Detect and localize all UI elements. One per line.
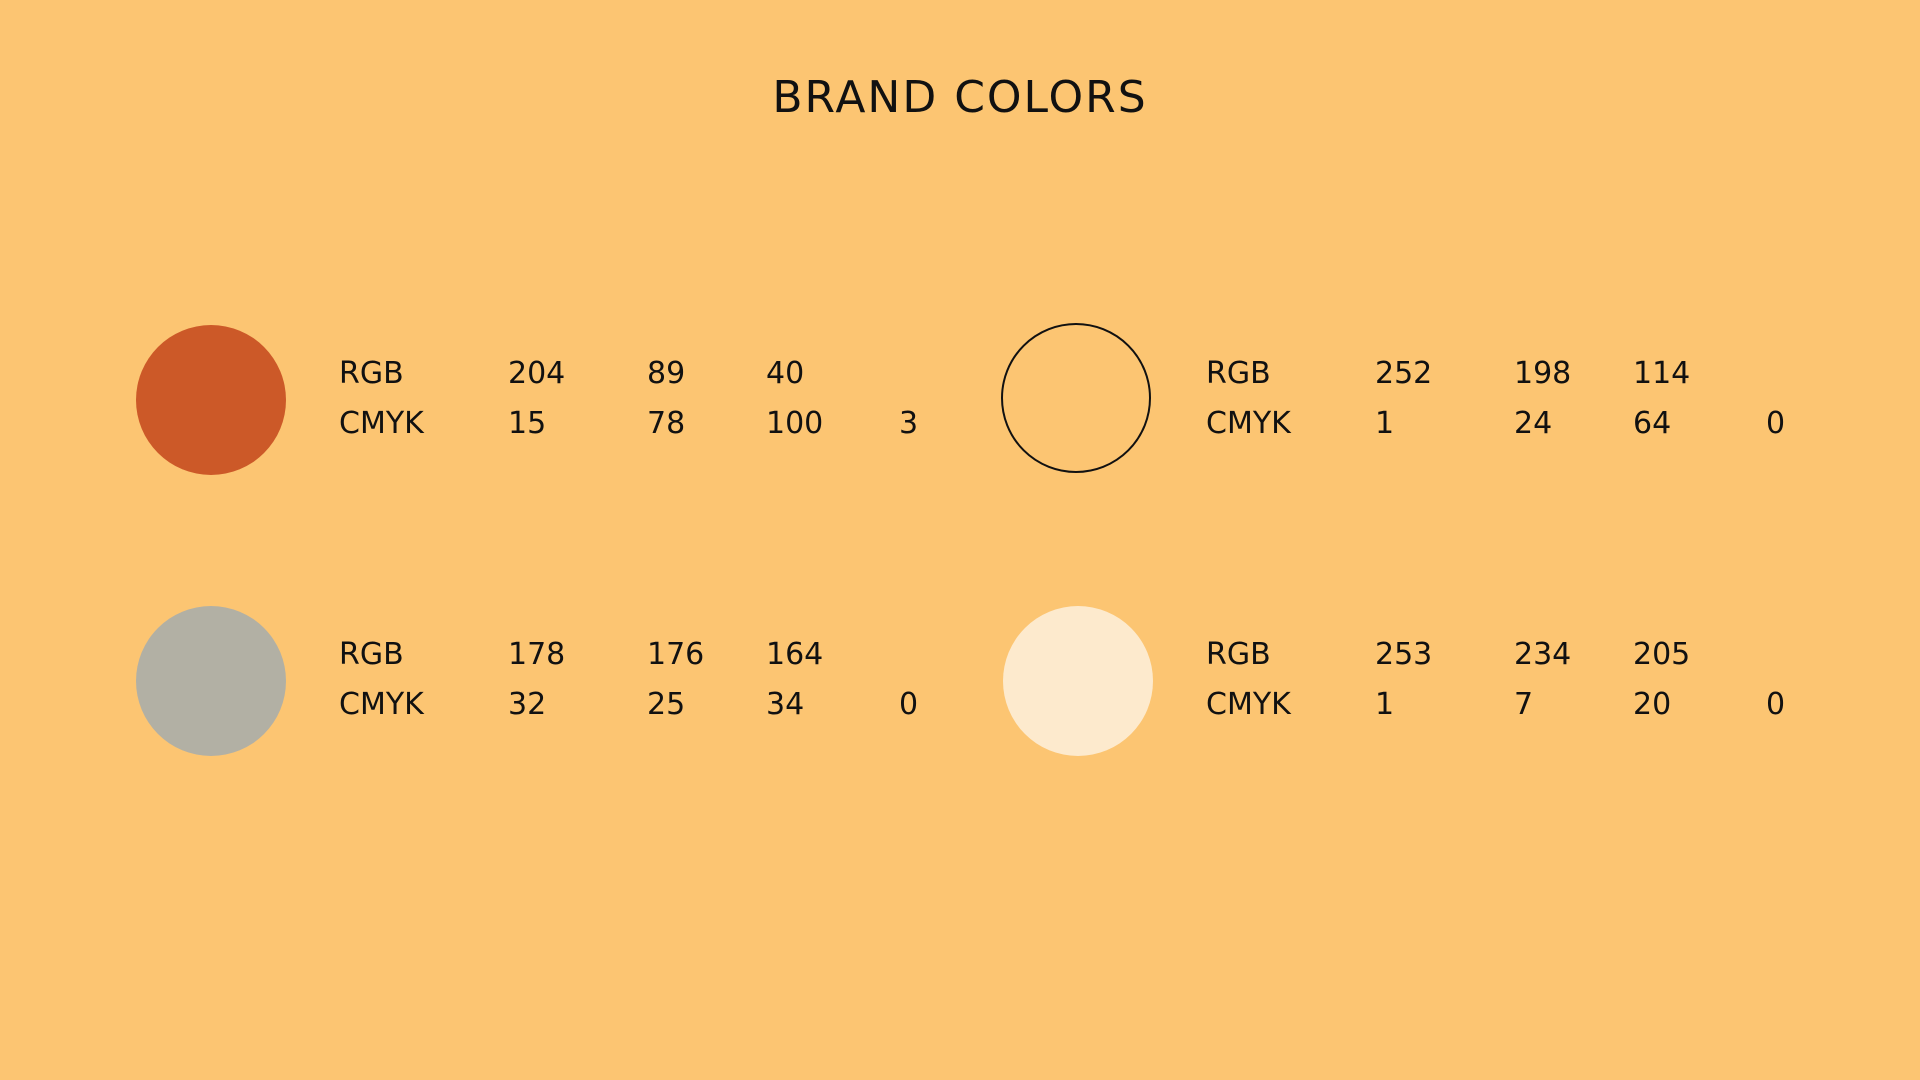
color-swatch-cream [1003, 606, 1153, 756]
cmyk-cyan-value: 15 [508, 406, 547, 441]
page-title: BRAND COLORS [772, 72, 1148, 123]
rgb-red-value: 253 [1375, 637, 1433, 672]
rgb-red-value: 204 [508, 356, 566, 391]
cmyk-magenta-value: 78 [647, 406, 686, 441]
rgb-label: RGB [1206, 356, 1271, 391]
cmyk-label: CMYK [1206, 687, 1291, 722]
rgb-green-value: 89 [647, 356, 686, 391]
cmyk-label: CMYK [339, 406, 424, 441]
cmyk-label: CMYK [339, 687, 424, 722]
cmyk-magenta-value: 7 [1514, 687, 1534, 722]
cmyk-cyan-value: 1 [1375, 406, 1395, 441]
rgb-green-value: 176 [647, 637, 705, 672]
cmyk-label: CMYK [1206, 406, 1291, 441]
cmyk-magenta-value: 24 [1514, 406, 1553, 441]
rgb-label: RGB [1206, 637, 1271, 672]
rgb-label: RGB [339, 356, 404, 391]
color-swatch-orange [1001, 323, 1151, 473]
rgb-red-value: 252 [1375, 356, 1433, 391]
cmyk-cyan-value: 1 [1375, 687, 1395, 722]
cmyk-key-value: 0 [1766, 687, 1786, 722]
cmyk-cyan-value: 32 [508, 687, 547, 722]
color-swatch-gray [136, 606, 286, 756]
cmyk-yellow-value: 100 [766, 406, 824, 441]
cmyk-yellow-value: 20 [1633, 687, 1672, 722]
cmyk-key-value: 0 [1766, 406, 1786, 441]
rgb-label: RGB [339, 637, 404, 672]
color-swatch-rust [136, 325, 286, 475]
cmyk-magenta-value: 25 [647, 687, 686, 722]
cmyk-yellow-value: 64 [1633, 406, 1672, 441]
cmyk-yellow-value: 34 [766, 687, 805, 722]
rgb-green-value: 198 [1514, 356, 1572, 391]
rgb-red-value: 178 [508, 637, 566, 672]
cmyk-key-value: 3 [899, 406, 919, 441]
rgb-blue-value: 164 [766, 637, 824, 672]
rgb-blue-value: 205 [1633, 637, 1691, 672]
rgb-blue-value: 40 [766, 356, 805, 391]
cmyk-key-value: 0 [899, 687, 919, 722]
rgb-blue-value: 114 [1633, 356, 1691, 391]
rgb-green-value: 234 [1514, 637, 1572, 672]
